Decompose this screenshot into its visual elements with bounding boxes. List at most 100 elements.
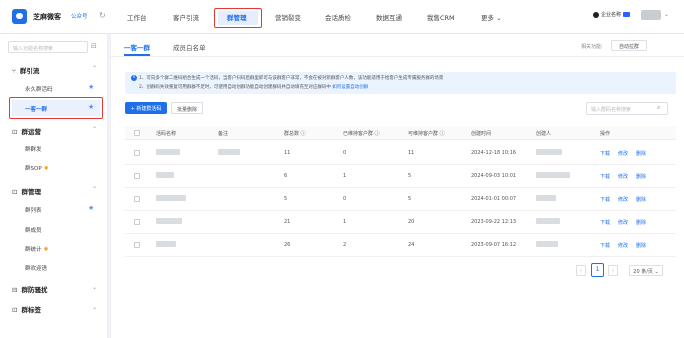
cell-maintained: 0 [343, 150, 347, 156]
edit-button[interactable]: 修改 [618, 173, 628, 180]
notice-help-link[interactable]: 如何设置自动创群 [332, 85, 368, 90]
notice-line-2: 2、创群码失效重复可用群群不足时，可使用自动创群功能自动创建群码并自动填充至对应… [139, 85, 369, 90]
pagination-page-1[interactable]: 1 [591, 263, 604, 277]
table-row[interactable]: 6 1 5 2024-09-03 10:01 下载 修改 删除 [125, 165, 676, 188]
star-icon[interactable]: ★ [88, 204, 94, 212]
nav-item-data-sync[interactable]: 数据互通 [376, 12, 402, 22]
select-all-checkbox[interactable] [134, 130, 140, 136]
column-header-available: 可维持客户群 ⓘ [408, 131, 445, 137]
hot-icon: ✹ [43, 246, 49, 253]
download-button[interactable]: 下载 [600, 219, 610, 226]
download-button[interactable]: 下载 [600, 150, 610, 157]
tag-icon: ⊡ [12, 306, 18, 314]
edit-button[interactable]: 修改 [618, 150, 628, 157]
sidebar-item-group-list[interactable]: 群列表 [25, 206, 42, 214]
column-header-total: 群总数 ⓘ [284, 131, 306, 137]
user-account[interactable]: 企业名称 [593, 11, 631, 18]
avatar[interactable] [641, 10, 661, 20]
page-size-select[interactable]: 20 条/页 ⌄ [629, 265, 663, 276]
auto-create-group-button[interactable]: 自动拉群 [611, 40, 647, 51]
row-checkbox[interactable] [134, 196, 140, 202]
redacted-remark [218, 149, 240, 155]
user-name: 企业名称 [601, 12, 622, 18]
sidebar-group-group-tags[interactable]: ⊡ 群标签 [12, 304, 41, 314]
top-navigation-bar: 芝麻微客 公众号 ↻ 工作台 客户引流 群管理 营销裂变 会话质检 数据互通 我… [0, 0, 684, 34]
star-icon[interactable]: ★ [88, 83, 94, 91]
cell-maintained: 0 [343, 196, 347, 202]
search-icon[interactable]: ⌕ [657, 104, 660, 112]
new-group-code-button[interactable]: + 新建群活码 [125, 102, 167, 114]
nav-item-more[interactable]: 更多 ⌄ [481, 12, 502, 22]
cell-total: 26 [284, 242, 291, 248]
row-checkbox[interactable] [134, 173, 140, 179]
nav-item-marketing-fission[interactable]: 营销裂变 [275, 12, 301, 22]
brand-name: 芝麻微客 [33, 13, 61, 21]
table-row[interactable]: 11 0 11 2024-12-18 10:16 下载 修改 删除 [125, 142, 676, 165]
edit-button[interactable]: 修改 [618, 219, 628, 226]
delete-button[interactable]: 删除 [636, 150, 646, 157]
sidebar-item-permanent-code[interactable]: 永久群活码 [25, 85, 53, 93]
cell-created: 2024-09-03 10:01 [471, 173, 517, 179]
delete-button[interactable]: 删除 [636, 242, 646, 249]
row-checkbox[interactable] [134, 219, 140, 225]
batch-delete-button[interactable]: 批量删除 [171, 102, 203, 114]
sidebar-item-group-stats[interactable]: 群统计 ✹ [25, 245, 49, 253]
sidebar-group-group-operation[interactable]: ⊡ 群运营 [12, 126, 41, 136]
sidebar-item-group-members[interactable]: 群成员 [25, 226, 42, 234]
sidebar-group-group-traffic[interactable]: ⑂ 群引流 [12, 65, 39, 75]
chevron-up-icon[interactable]: ⌃ [92, 65, 97, 72]
chevron-down-icon[interactable]: ⌄ [92, 304, 97, 311]
download-button[interactable]: 下载 [600, 173, 610, 180]
table-header: 活码名称 备注 群总数 ⓘ 已维持客户群 ⓘ 可维持客户群 ⓘ 创建时间 创建人… [125, 126, 676, 140]
redacted-name [156, 172, 174, 178]
sidebar-item-group-broadcast[interactable]: 群群发 [25, 145, 42, 153]
cell-created: 2024-12-18 10:16 [471, 150, 517, 156]
nav-item-crm[interactable]: 我售CRM [427, 12, 455, 22]
nav-item-customer-acquisition[interactable]: 客户引流 [173, 12, 199, 22]
nav-item-workbench[interactable]: 工作台 [127, 12, 147, 22]
row-checkbox[interactable] [134, 242, 140, 248]
redacted-name [156, 241, 176, 247]
pagination-next-button[interactable]: › [608, 265, 618, 276]
table-row[interactable]: 26 2 24 2023-09-07 16:12 下载 修改 删除 [125, 234, 676, 257]
sidebar-item-group-welcome[interactable]: 群欢迎语 [25, 264, 47, 272]
sidebar-group-group-management[interactable]: ⊡ 群管理 [12, 186, 41, 196]
delete-button[interactable]: 删除 [636, 173, 646, 180]
sidebar-group-anti-harassment[interactable]: ⊟ 群防骚扰 [12, 284, 47, 294]
table-search-input[interactable]: 输入群码名称搜索 [586, 102, 668, 115]
nav-item-session-qc[interactable]: 会话质检 [325, 12, 351, 22]
redacted-creator [536, 195, 556, 201]
download-button[interactable]: 下载 [600, 196, 610, 203]
download-button[interactable]: 下载 [600, 242, 610, 249]
chevron-up-icon[interactable]: ⌃ [92, 186, 97, 193]
cell-total: 21 [284, 219, 291, 225]
sidebar-collapse-icon[interactable]: ⊟ [91, 42, 97, 50]
chevron-up-icon[interactable]: ⌃ [92, 126, 97, 133]
pagination-prev-button[interactable]: ‹ [576, 265, 586, 276]
chevron-down-icon[interactable]: ⌄ [92, 284, 97, 291]
chevron-down-icon[interactable]: ⌄ [664, 11, 669, 18]
main-content: 一客一群 成员白名单 相关功能: 自动拉群 i 1、可向多个群二维码组合生成一个… [111, 34, 684, 338]
cell-created: 2023-09-07 16:12 [471, 242, 517, 248]
brand-badge[interactable]: 公众号 [71, 12, 88, 20]
tab-member-whitelist[interactable]: 成员白名单 [173, 42, 206, 52]
status-dot-icon [593, 11, 599, 18]
cell-available: 20 [408, 219, 415, 225]
enterprise-badge-icon [623, 12, 631, 17]
redacted-creator [536, 218, 560, 224]
refresh-icon[interactable]: ↻ [99, 11, 106, 20]
sidebar-highlight-box [9, 97, 103, 119]
row-checkbox[interactable] [134, 150, 140, 156]
edit-button[interactable]: 修改 [618, 242, 628, 249]
table-row[interactable]: 5 0 5 2024-01-01 00:07 下载 修改 删除 [125, 188, 676, 211]
sidebar-item-group-sop[interactable]: 群SOP ✹ [25, 164, 49, 172]
delete-button[interactable]: 删除 [636, 196, 646, 203]
notice-line-1: 1、可向多个群二维码组合生成一个活码，当客户扫码后群里即可与该群客户非常，不会在… [139, 76, 444, 81]
table-row[interactable]: 21 1 20 2023-09-22 12:13 下载 修改 删除 [125, 211, 676, 234]
delete-button[interactable]: 删除 [636, 219, 646, 226]
redacted-creator [536, 172, 570, 178]
info-icon: i [131, 75, 137, 81]
sidebar-search-input[interactable]: 输入功能名称搜索 [8, 41, 88, 53]
tab-one-customer-one-group[interactable]: 一客一群 [124, 42, 150, 52]
edit-button[interactable]: 修改 [618, 196, 628, 203]
